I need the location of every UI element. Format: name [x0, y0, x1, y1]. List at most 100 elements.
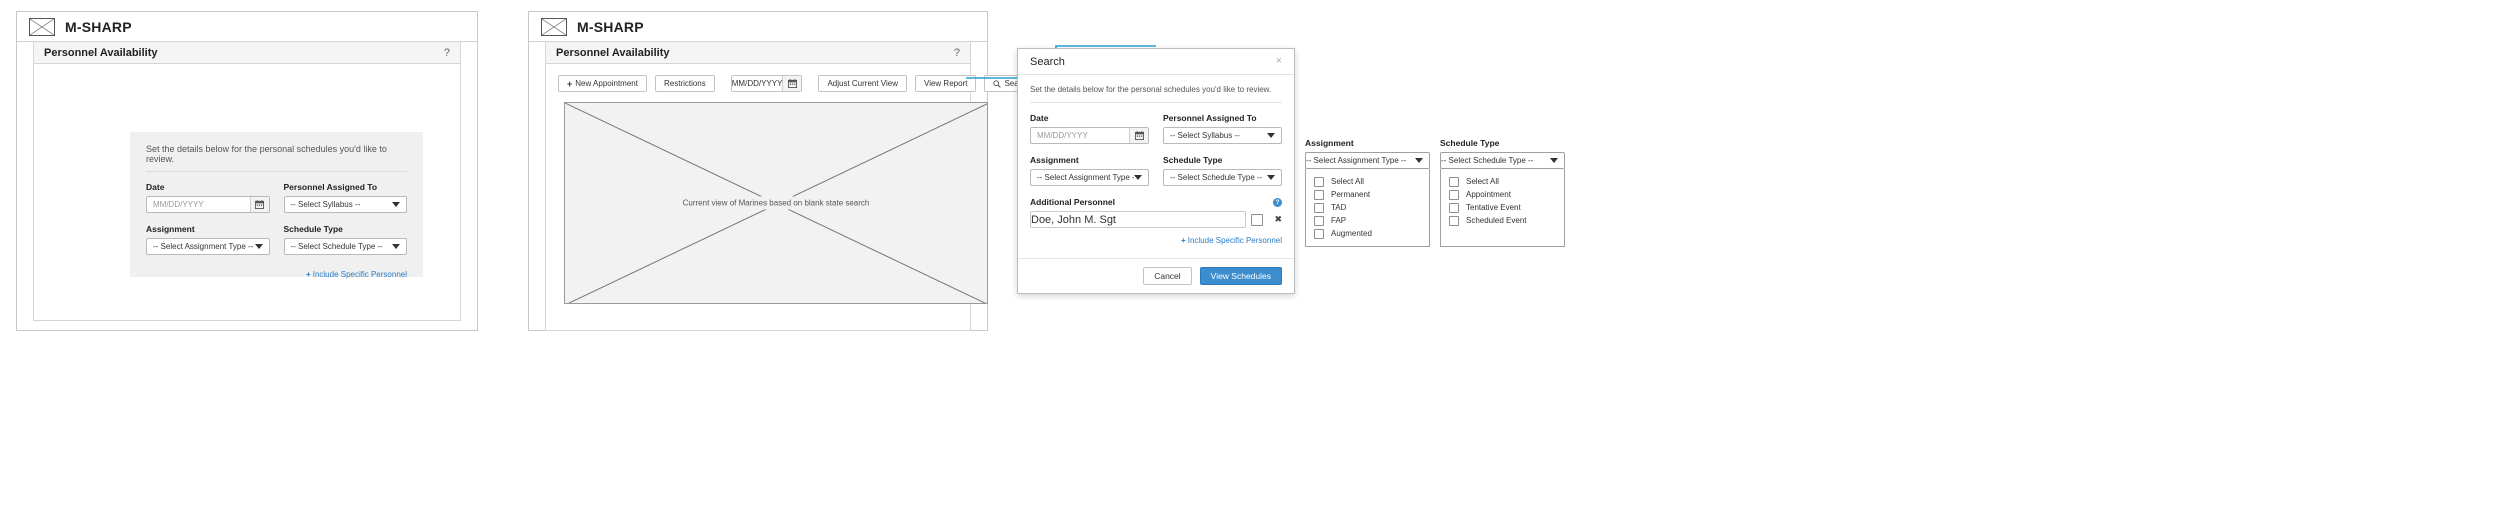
form-column-left: Date MM/DD/YYYY Assignment -- Select Ass… — [146, 182, 270, 266]
checkbox[interactable] — [1314, 215, 1324, 226]
personnel-select[interactable]: -- Select Syllabus -- — [283, 196, 407, 213]
assignment-select-value: -- Select Assignment Type -- — [153, 242, 254, 251]
modal-label-personnel: Personnel Assigned To — [1163, 113, 1257, 123]
schedule-type-select[interactable]: -- Select Schedule Type -- — [283, 238, 407, 255]
additional-personnel-input[interactable]: Doe, John M. Sgt — [1030, 211, 1247, 228]
chevron-down-icon — [392, 202, 400, 207]
additional-personnel-label-row: Additional Personnel ? — [1030, 197, 1282, 207]
card-header-2: Personnel Availability ? — [546, 42, 970, 64]
assignment-dropdown-list: Select All Permanent TAD FAP Augmented — [1305, 169, 1430, 247]
personnel-availability-card-1: Personnel Availability ? Set the details… — [33, 41, 461, 321]
close-icon[interactable]: × — [1276, 56, 1282, 67]
assignment-dropdown-select[interactable]: -- Select Assignment Type -- — [1305, 152, 1430, 169]
dropdown-option[interactable]: Scheduled Event — [1441, 214, 1564, 227]
modal-schedule-type-select[interactable]: -- Select Schedule Type -- — [1163, 169, 1282, 186]
field-personnel-assigned-to: Personnel Assigned To -- Select Syllabus… — [283, 182, 407, 213]
envelope-logo-icon — [29, 17, 55, 36]
remove-personnel-icon[interactable]: ✖ — [1274, 214, 1282, 225]
restrictions-button[interactable]: Restrictions — [654, 75, 715, 92]
personnel-availability-card-2: Personnel Availability ? + New Appointmen… — [545, 41, 1039, 331]
dropdown-option[interactable]: FAP — [1306, 214, 1429, 227]
dropdown-option-label: Tentative Event — [1466, 203, 1521, 212]
dropdown-option-label: Select All — [1331, 177, 1364, 186]
checkbox[interactable] — [1314, 202, 1324, 213]
schedule-type-dropdown-value: -- Select Schedule Type -- — [1441, 156, 1534, 165]
dropdown-option-label: Appointment — [1466, 190, 1511, 199]
dropdown-option[interactable]: Permanent — [1306, 188, 1429, 201]
additional-personnel-checkbox[interactable] — [1251, 213, 1264, 226]
card-header-1: Personnel Availability ? — [34, 42, 460, 64]
modal-field-assignment: Assignment -- Select Assignment Type -- — [1030, 155, 1149, 186]
schedule-type-select-value: -- Select Schedule Type -- — [290, 242, 383, 251]
calendar-icon[interactable] — [782, 76, 802, 91]
new-appointment-button[interactable]: + New Appointment — [558, 75, 647, 92]
help-icon[interactable]: ? — [444, 47, 450, 59]
modal-include-specific-personnel-link[interactable]: + Include Specific Personnel — [1181, 236, 1282, 245]
dropdown-option-label: Scheduled Event — [1466, 216, 1527, 225]
schedule-type-dropdown-detail: Schedule Type -- Select Schedule Type --… — [1440, 138, 1565, 247]
checkbox[interactable] — [1449, 215, 1459, 226]
window-titlebar-2: M-SHARP — [529, 12, 987, 42]
schedule-type-dropdown-select[interactable]: -- Select Schedule Type -- — [1440, 152, 1565, 169]
window-panel-2: M-SHARP Personnel Availability ? + New Ap… — [528, 11, 1039, 331]
modal-field-date: Date MM/DD/YYYY — [1030, 113, 1149, 144]
checkbox[interactable] — [1314, 228, 1324, 239]
date-input[interactable]: MM/DD/YYYY — [146, 196, 270, 213]
schedule-type-dropdown-label: Schedule Type — [1440, 138, 1500, 148]
field-assignment: Assignment -- Select Assignment Type -- — [146, 224, 270, 255]
modal-include-personnel-row: + Include Specific Personnel — [1030, 234, 1282, 246]
window-titlebar-1: M-SHARP — [17, 12, 477, 42]
assignment-dropdown-value: -- Select Assignment Type -- — [1306, 156, 1407, 165]
view-schedules-button[interactable]: View Schedules — [1199, 267, 1282, 285]
plus-icon: + — [1181, 236, 1186, 245]
chevron-down-icon — [254, 244, 263, 249]
window-panel-1: M-SHARP Personnel Availability ? Set the… — [16, 11, 478, 331]
checkbox[interactable] — [1449, 189, 1459, 200]
checkbox[interactable] — [1449, 176, 1459, 187]
calendar-icon[interactable] — [1129, 128, 1148, 143]
main-toolbar: + New Appointment Restrictions MM/DD/YYYY — [558, 75, 1039, 92]
new-appointment-label: New Appointment — [575, 79, 638, 88]
field-label-assignment: Assignment — [146, 224, 195, 234]
modal-assignment-select[interactable]: -- Select Assignment Type -- — [1030, 169, 1149, 186]
restrictions-label: Restrictions — [663, 79, 706, 88]
dropdown-option[interactable]: Select All — [1306, 175, 1429, 188]
search-modal-header: Search × — [1018, 49, 1294, 75]
checkbox[interactable] — [1314, 189, 1324, 200]
personnel-select-value: -- Select Syllabus -- — [290, 200, 361, 209]
help-icon[interactable]: ? — [954, 47, 960, 59]
dropdown-option[interactable]: Augmented — [1306, 227, 1429, 240]
checkbox[interactable] — [1449, 202, 1459, 213]
assignment-dropdown-label: Assignment — [1305, 138, 1354, 148]
app-title: M-SHARP — [65, 18, 132, 35]
placeholder-label: Current view of Marines based on blank s… — [565, 196, 987, 210]
adjust-current-view-button[interactable]: Adjust Current View — [818, 75, 907, 92]
dropdown-option[interactable]: Select All — [1441, 175, 1564, 188]
dropdown-option[interactable]: Tentative Event — [1441, 201, 1564, 214]
screenshot-stage: M-SHARP Personnel Availability ? Set the… — [0, 0, 2500, 531]
modal-personnel-select[interactable]: -- Select Syllabus -- — [1163, 127, 1282, 144]
include-specific-personnel-link[interactable]: + Include Specific Personnel — [306, 270, 407, 279]
dropdown-option[interactable]: TAD — [1306, 201, 1429, 214]
dropdown-option[interactable]: Appointment — [1441, 188, 1564, 201]
cancel-button[interactable]: Cancel — [1143, 267, 1192, 285]
toolbar-date-placeholder: MM/DD/YYYY — [731, 79, 783, 88]
envelope-logo-icon — [541, 17, 567, 36]
assignment-select[interactable]: -- Select Assignment Type -- — [146, 238, 270, 255]
modal-field-personnel: Personnel Assigned To -- Select Syllabus… — [1163, 113, 1282, 144]
plus-icon: + — [306, 270, 311, 279]
field-schedule-type: Schedule Type -- Select Schedule Type -- — [283, 224, 407, 255]
modal-date-input[interactable]: MM/DD/YYYY — [1030, 127, 1149, 144]
help-icon[interactable]: ? — [1273, 197, 1282, 207]
modal-personnel-value: -- Select Syllabus -- — [1170, 131, 1240, 140]
app-title: M-SHARP — [577, 18, 644, 35]
view-report-label: View Report — [924, 79, 968, 88]
toolbar-date-input[interactable]: MM/DD/YYYY — [730, 75, 803, 92]
modal-assignment-value: -- Select Assignment Type -- — [1037, 173, 1134, 182]
modal-label-assignment: Assignment — [1030, 155, 1079, 165]
additional-personnel-row: Doe, John M. Sgt ✖ — [1030, 211, 1282, 228]
page-title: Personnel Availability — [44, 46, 158, 59]
calendar-icon[interactable] — [249, 197, 269, 212]
checkbox[interactable] — [1314, 176, 1324, 187]
dropdown-option-label: Augmented — [1331, 229, 1372, 238]
